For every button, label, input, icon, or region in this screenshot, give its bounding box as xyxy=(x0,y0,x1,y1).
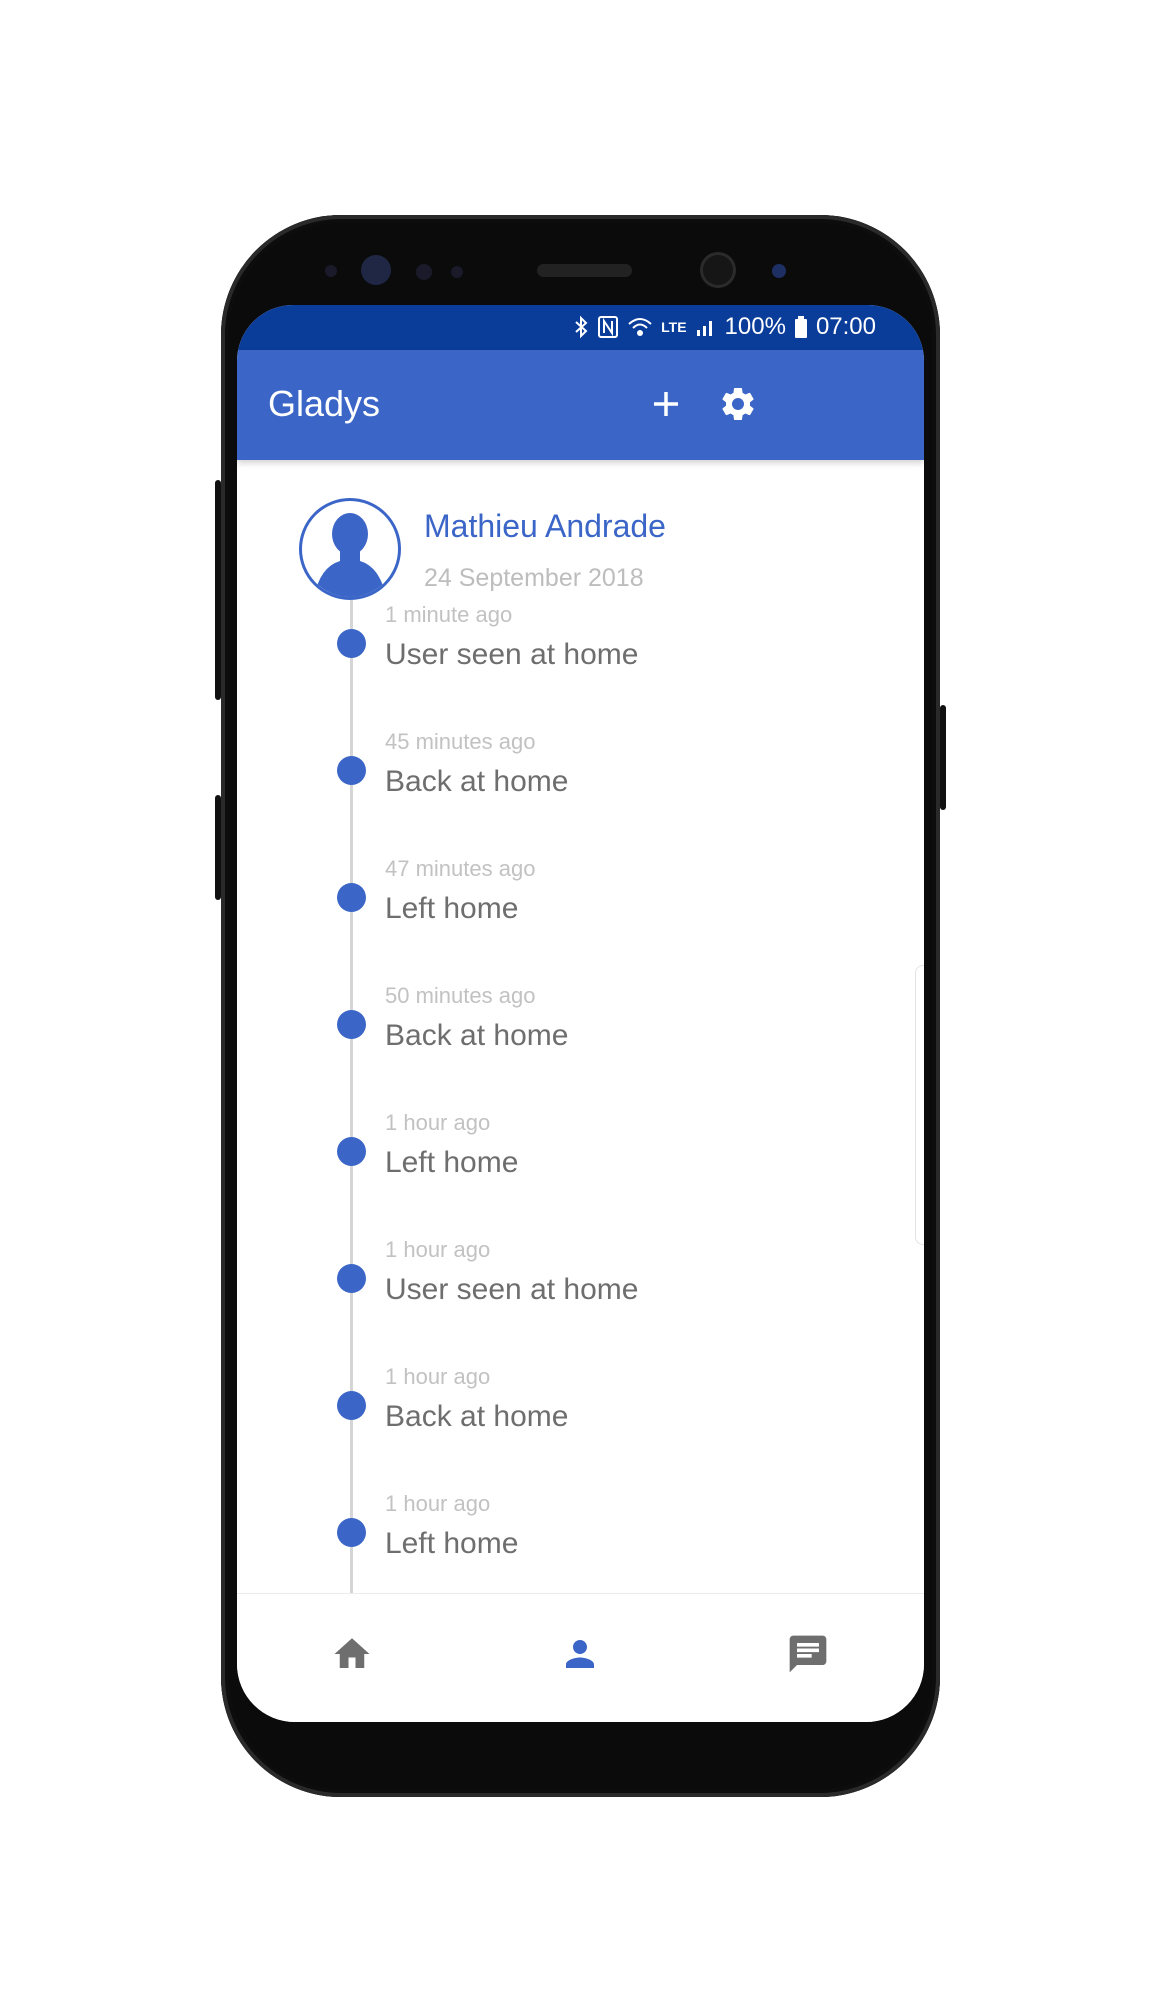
battery-percent: 100% xyxy=(724,313,786,340)
proximity-sensor xyxy=(325,265,337,277)
event-label: Back at home xyxy=(385,765,569,798)
event-time: 1 hour ago xyxy=(385,1491,491,1516)
chat-icon xyxy=(789,1635,827,1673)
bottom-navigation xyxy=(237,1593,924,1722)
home-icon xyxy=(334,1638,370,1668)
event-label: Back at home xyxy=(385,1019,569,1052)
iris-scanner xyxy=(361,255,391,285)
earpiece-speaker xyxy=(537,264,632,277)
avatar[interactable] xyxy=(299,498,401,600)
timeline-dot xyxy=(337,883,366,912)
event-label: Left home xyxy=(385,892,519,925)
clock: 07:00 xyxy=(815,313,876,340)
scroll-indicator[interactable] xyxy=(915,965,924,1245)
person-icon xyxy=(566,1640,594,1668)
timeline-event: 45 minutes ago Back at home xyxy=(237,729,924,856)
event-label: Left home xyxy=(385,1146,519,1179)
bixby-button xyxy=(215,480,221,700)
event-time: 1 hour ago xyxy=(385,1110,491,1135)
app-bar: Gladys xyxy=(237,350,924,460)
phone-frame: LTE 100% 07:00 Gladys Mathieu Andrade 24… xyxy=(215,215,946,1797)
timeline-dot xyxy=(337,1010,366,1039)
nav-chat-button[interactable] xyxy=(778,1624,838,1684)
app-title: Gladys xyxy=(268,383,381,424)
timeline-dot xyxy=(337,756,366,785)
profile-date: 24 September 2018 xyxy=(424,564,644,592)
event-time: 1 hour ago xyxy=(385,1364,491,1389)
timeline-event: 1 hour ago Left home xyxy=(237,1491,924,1594)
event-label: Back at home xyxy=(385,1400,569,1433)
timeline-dot xyxy=(337,629,366,658)
nav-home-button[interactable] xyxy=(322,1624,382,1684)
bluetooth-icon xyxy=(575,315,588,339)
volume-button xyxy=(215,795,221,900)
front-camera xyxy=(703,255,733,285)
sensor-dot xyxy=(416,264,432,280)
add-icon xyxy=(654,392,678,416)
nfc-icon xyxy=(598,316,619,338)
nav-profile-button[interactable] xyxy=(550,1624,610,1684)
timeline-event: 47 minutes ago Left home xyxy=(237,856,924,983)
event-time: 1 minute ago xyxy=(385,602,513,627)
signal-icon xyxy=(696,321,712,336)
sensor-dot xyxy=(451,266,463,278)
settings-icon xyxy=(722,388,754,420)
timeline-event: 1 hour ago User seen at home xyxy=(237,1237,924,1364)
screen: LTE 100% 07:00 Gladys Mathieu Andrade 24… xyxy=(237,305,924,1722)
battery-icon xyxy=(794,316,807,338)
status-icons: LTE 100% 07:00 xyxy=(573,313,876,341)
add-button[interactable] xyxy=(640,378,692,430)
timeline-event: 1 hour ago Back at home xyxy=(237,1364,924,1491)
settings-button[interactable] xyxy=(712,378,764,430)
event-time: 47 minutes ago xyxy=(385,856,536,881)
timeline-content[interactable]: Mathieu Andrade 24 September 2018 1 minu… xyxy=(237,460,924,1594)
event-label: User seen at home xyxy=(385,638,639,671)
timeline-dot xyxy=(337,1518,366,1547)
event-time: 1 hour ago xyxy=(385,1237,491,1262)
event-time: 50 minutes ago xyxy=(385,983,536,1008)
user-name[interactable]: Mathieu Andrade xyxy=(424,508,666,545)
timeline-dot xyxy=(337,1264,366,1293)
person-silhouette-icon xyxy=(314,513,386,597)
timeline-event: 1 hour ago Left home xyxy=(237,1110,924,1237)
timeline-dot xyxy=(337,1137,366,1166)
network-type: LTE xyxy=(661,319,687,335)
timeline-event: 50 minutes ago Back at home xyxy=(237,983,924,1110)
timeline-dot xyxy=(337,1391,366,1420)
power-button xyxy=(940,705,946,810)
iris-camera xyxy=(772,264,786,278)
event-time: 45 minutes ago xyxy=(385,729,536,754)
status-bar: LTE 100% 07:00 xyxy=(237,305,924,350)
event-label: User seen at home xyxy=(385,1273,639,1306)
event-label: Left home xyxy=(385,1527,519,1560)
wifi-icon xyxy=(628,318,652,336)
timeline-event: 1 minute ago User seen at home xyxy=(237,602,924,729)
